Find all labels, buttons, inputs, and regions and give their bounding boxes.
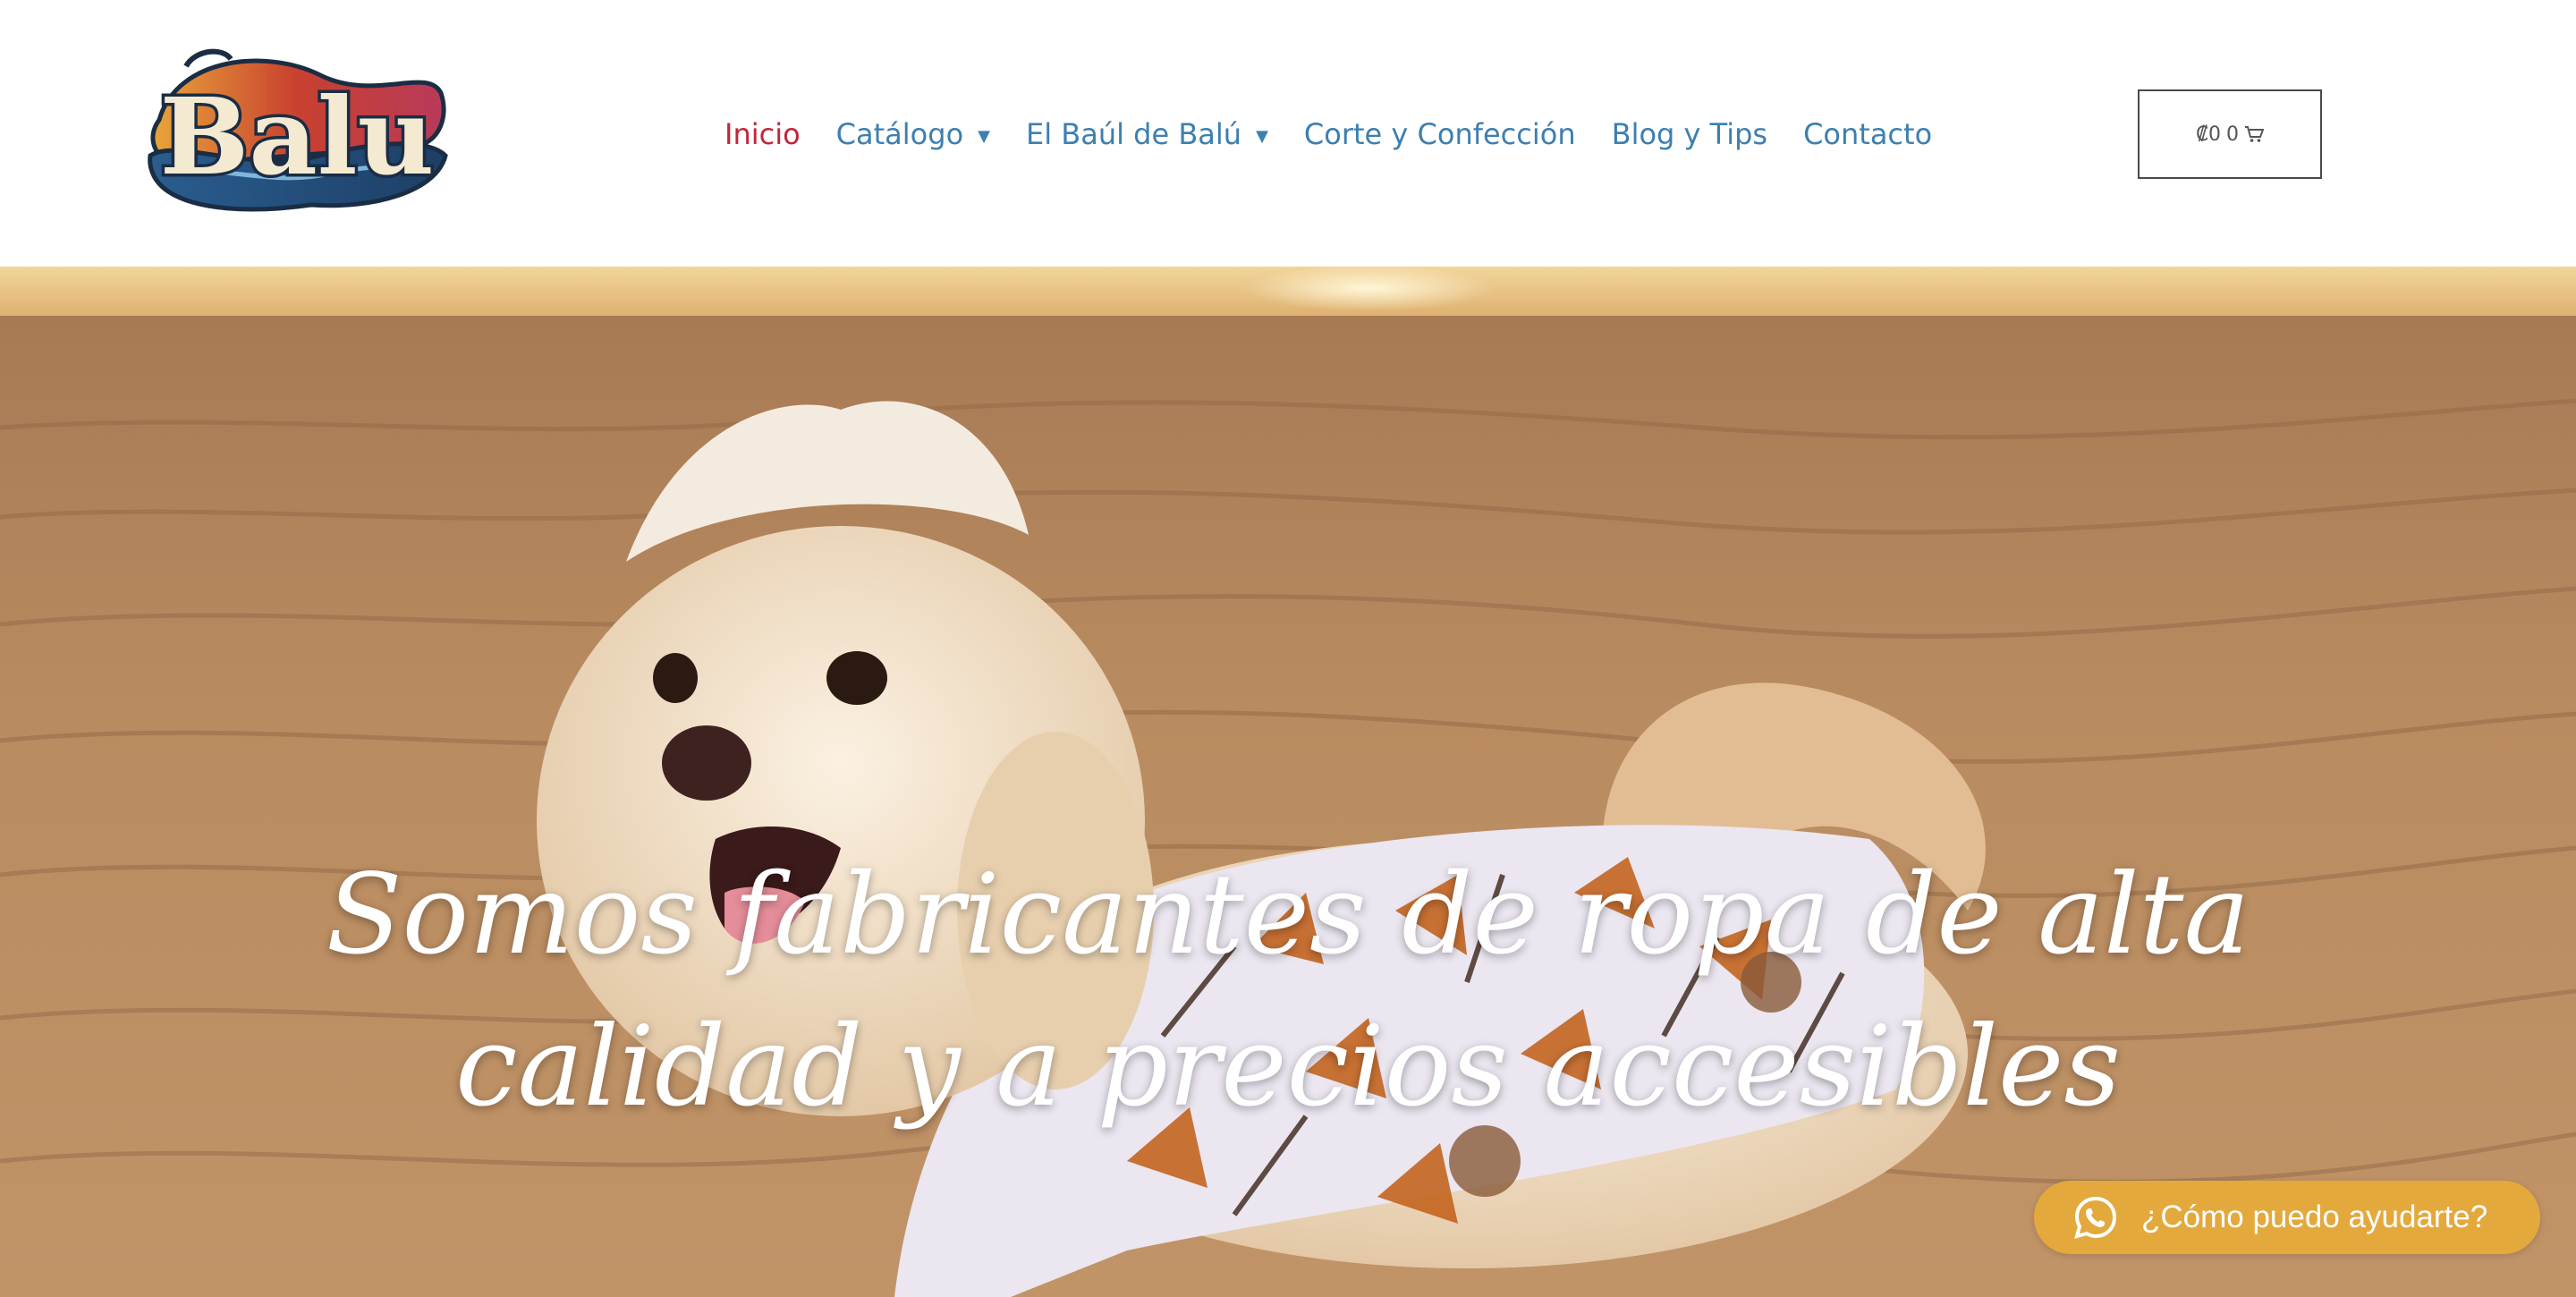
nav-item-corte-y-confeccion[interactable]: Corte y Confección: [1304, 117, 1576, 151]
nav-item-blog-y-tips[interactable]: Blog y Tips: [1612, 117, 1767, 151]
nav-item-contacto[interactable]: Contacto: [1803, 117, 1932, 151]
cart-button[interactable]: ₡0 0: [2138, 89, 2322, 179]
cart-amount: ₡0: [2196, 123, 2221, 146]
cart-count: 0: [2226, 123, 2239, 146]
nav-label-inicio: Inicio: [724, 117, 801, 151]
hero-title-line-2: calidad y a precios accesibles: [455, 1003, 2121, 1132]
hero-section: Somos fabricantes de ropa de alta calida…: [0, 267, 2576, 1297]
site-header: Balu Inicio Catálogo ▼ El Baúl de Balú ▼…: [0, 0, 2576, 267]
nav-label-el-baul-de-balu: El Baúl de Balú: [1025, 117, 1242, 151]
hero-title: Somos fabricantes de ropa de alta calida…: [304, 839, 2272, 1143]
logo-text: Balu: [160, 74, 435, 199]
nav-label-catalogo: Catálogo: [835, 117, 964, 151]
nav-label-contacto: Contacto: [1803, 117, 1933, 151]
balu-logo[interactable]: Balu: [141, 39, 453, 227]
nav-label-corte-y-confeccion: Corte y Confección: [1303, 117, 1576, 151]
chevron-down-icon: ▼: [978, 126, 990, 146]
chevron-down-icon: ▼: [1256, 126, 1268, 146]
nav-item-el-baul-de-balu[interactable]: El Baúl de Balú ▼: [1026, 117, 1268, 151]
hero-title-line-1: Somos fabricantes de ropa de alta: [326, 851, 2250, 979]
whatsapp-icon: [2073, 1195, 2118, 1240]
shopping-cart-icon: [2244, 125, 2265, 143]
chat-button-label: ¿Cómo puedo ayudarte?: [2141, 1200, 2488, 1234]
main-nav: Inicio Catálogo ▼ El Baúl de Balú ▼ Cort…: [724, 106, 1932, 163]
nav-item-inicio[interactable]: Inicio: [724, 117, 801, 151]
logo-wordmark: Balu: [157, 72, 437, 202]
nav-item-catalogo[interactable]: Catálogo ▼: [836, 117, 990, 151]
whatsapp-chat-button[interactable]: ¿Cómo puedo ayudarte?: [2034, 1181, 2540, 1254]
nav-label-blog-y-tips: Blog y Tips: [1611, 117, 1768, 151]
